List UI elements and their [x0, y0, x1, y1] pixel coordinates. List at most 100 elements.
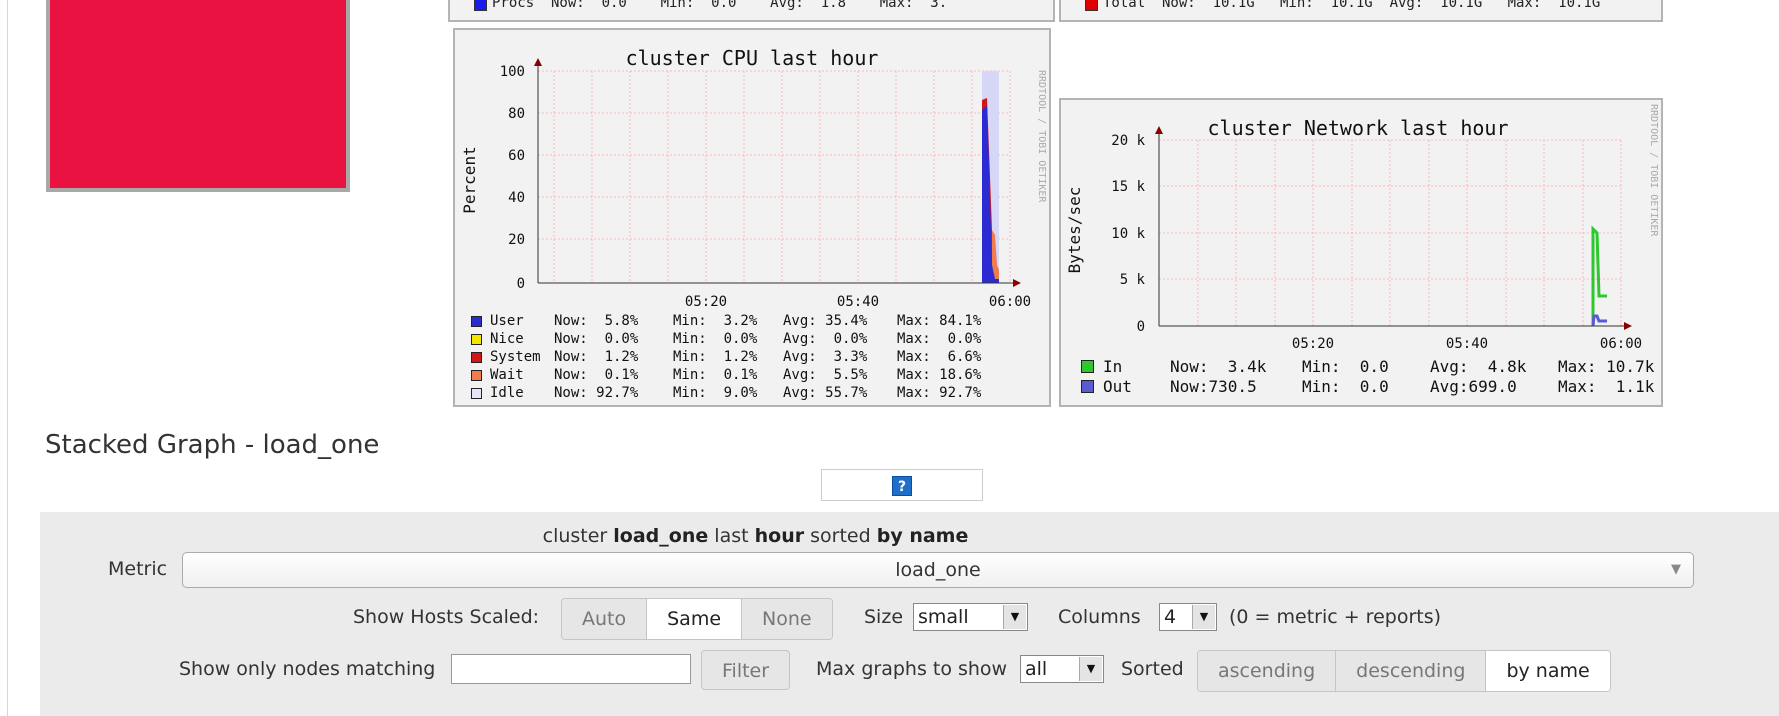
node-filter-input[interactable] [451, 654, 691, 684]
cpu-legend-avg: Avg: 0.0% [783, 331, 868, 347]
cpu-graph-watermark: RRDTOOL / TOBI OETIKER [1036, 70, 1047, 203]
description-part: sorted [804, 525, 877, 547]
scaled-toggle-group: Auto Same None [561, 598, 833, 640]
cpu-legend-avg: Avg: 55.7% [783, 385, 868, 401]
filter-label: Show only nodes matching [179, 658, 436, 680]
columns-select-value: 4 [1164, 606, 1177, 628]
help-icon[interactable]: ? [892, 476, 912, 496]
max-graphs-select-value: all [1025, 658, 1048, 680]
network-y-tick: 5 k [1120, 272, 1146, 288]
network-legend-max: Max: 1.1k [1558, 377, 1655, 396]
cpu-legend-avg: Avg: 5.5% [783, 367, 868, 383]
cpu-y-ticks: 100 80 60 40 20 0 [500, 64, 525, 292]
scaled-same-button[interactable]: Same [647, 599, 743, 639]
network-legend-avg: Avg:699.0 [1430, 377, 1517, 396]
chevron-down-icon: ▼ [1003, 605, 1026, 629]
cpu-stacked-areas [982, 71, 999, 283]
metric-select-value: load_one [895, 559, 981, 581]
network-graph-watermark: RRDTOOL / TOBI OETIKER [1648, 104, 1659, 237]
legend-swatch-total [1085, 0, 1098, 11]
cpu-legend-max: Max: 18.6% [897, 367, 982, 383]
network-legend-swatch [1081, 360, 1094, 373]
max-graphs-label: Max graphs to show [816, 658, 1008, 680]
cpu-legend-max: Max: 92.7% [897, 385, 982, 401]
network-legend-swatch [1081, 380, 1094, 393]
cpu-y-tick: 60 [508, 148, 525, 164]
network-y-tick: 15 k [1111, 179, 1145, 195]
cpu-grid [538, 70, 1011, 283]
cpu-x-arrow [1013, 279, 1021, 287]
cpu-x-tick: 06:00 [989, 294, 1031, 310]
sort-descending-button[interactable]: descending [1336, 651, 1487, 691]
sort-by-name-button[interactable]: by name [1486, 651, 1610, 691]
cpu-legend-max: Max: 84.1% [897, 313, 982, 329]
procs-legend-row: Procs Now: 0.0 Min: 0.0 Avg: 1.8 Max: 3. [492, 0, 948, 11]
network-y-ticks: 20 k 15 k 10 k 5 k 0 [1111, 133, 1145, 335]
cpu-legend-name: User [490, 313, 524, 329]
cpu-legend-now: Now: 5.8% [554, 313, 639, 329]
total-legend-row: Total Now: 10.1G Min: 10.1G Avg: 10.1G M… [1103, 0, 1601, 11]
cpu-legend-swatch [471, 370, 482, 381]
cpu-legend-now: Now: 0.1% [554, 367, 639, 383]
cpu-legend-name: System [490, 349, 541, 365]
chevron-down-icon: ▼ [1192, 605, 1215, 629]
cpu-legend-min: Min: 3.2% [673, 313, 758, 329]
cpu-legend-swatch [471, 316, 482, 327]
description-range: hour [754, 525, 805, 547]
mem-graph-bottom: Total Now: 10.1G Min: 10.1G Avg: 10.1G M… [1059, 0, 1663, 22]
page-left-border [7, 0, 8, 716]
network-legend-avg: Avg: 4.8k [1430, 357, 1527, 376]
max-graphs-select[interactable]: all ▼ [1020, 655, 1104, 683]
network-in-line [1591, 225, 1607, 326]
network-legend-name: Out [1103, 377, 1132, 396]
cpu-legend-avg: Avg: 35.4% [783, 313, 868, 329]
cpu-legend-min: Min: 1.2% [673, 349, 758, 365]
scaled-none-button[interactable]: None [742, 599, 832, 639]
sort-ascending-button[interactable]: ascending [1198, 651, 1337, 691]
load-graph-bottom: Procs Now: 0.0 Min: 0.0 Avg: 1.8 Max: 3. [448, 0, 1055, 22]
size-label: Size [864, 606, 904, 628]
cpu-y-tick: 100 [500, 64, 525, 80]
stacked-graph-controls: cluster load_one last hour sorted by nam… [40, 512, 1779, 716]
sort-toggle-group: ascending descending by name [1197, 650, 1611, 692]
network-grid [1158, 139, 1622, 326]
filter-button[interactable]: Filter [701, 650, 791, 690]
cpu-legend-min: Min: 9.0% [673, 385, 758, 401]
network-graph[interactable]: cluster Network last hour Bytes/sec RRDT… [1059, 98, 1663, 407]
scaled-auto-button[interactable]: Auto [562, 599, 648, 639]
cpu-y-tick: 20 [508, 232, 525, 248]
columns-select[interactable]: 4 ▼ [1159, 603, 1217, 631]
network-legend-min: Min: 0.0 [1302, 377, 1389, 396]
network-y-tick: 0 [1137, 319, 1145, 335]
help-box: ? [821, 469, 983, 501]
cpu-legend-name: Idle [490, 385, 524, 401]
red-status-image [46, 0, 350, 192]
network-x-tick: 05:40 [1446, 336, 1488, 352]
size-select[interactable]: small ▼ [913, 603, 1028, 631]
network-legend-max: Max: 10.7k [1558, 357, 1655, 376]
cpu-legend-now: Now: 1.2% [554, 349, 639, 365]
cpu-legend-max: Max: 6.6% [897, 349, 982, 365]
cpu-graph[interactable]: cluster CPU last hour Percent RRDTOOL / … [453, 28, 1051, 407]
cpu-x-tick: 05:40 [837, 294, 879, 310]
network-graph-ylabel: Bytes/sec [1065, 187, 1084, 274]
cpu-y-arrow [534, 58, 542, 66]
chevron-down-icon: ▼ [1671, 562, 1681, 577]
metric-label: Metric [108, 558, 168, 580]
cpu-y-tick: 40 [508, 190, 525, 206]
cpu-legend-min: Min: 0.1% [673, 367, 758, 383]
metric-select[interactable]: load_one ▼ [182, 552, 1694, 588]
cpu-graph-title: cluster CPU last hour [626, 46, 879, 70]
cpu-legend-min: Min: 0.0% [673, 331, 758, 347]
cpu-legend-name: Nice [490, 331, 524, 347]
section-title: Stacked Graph - load_one [45, 430, 380, 460]
description-metric: load_one [613, 525, 709, 547]
size-select-value: small [918, 606, 969, 628]
cpu-legend-now: Now: 92.7% [554, 385, 639, 401]
chevron-down-icon: ▼ [1079, 657, 1102, 681]
columns-note: (0 = metric + reports) [1229, 606, 1442, 628]
description-part: last [708, 525, 755, 547]
network-x-tick: 05:20 [1292, 336, 1334, 352]
network-legend-now: Now:730.5 [1170, 377, 1257, 396]
network-y-arrow [1155, 126, 1163, 134]
